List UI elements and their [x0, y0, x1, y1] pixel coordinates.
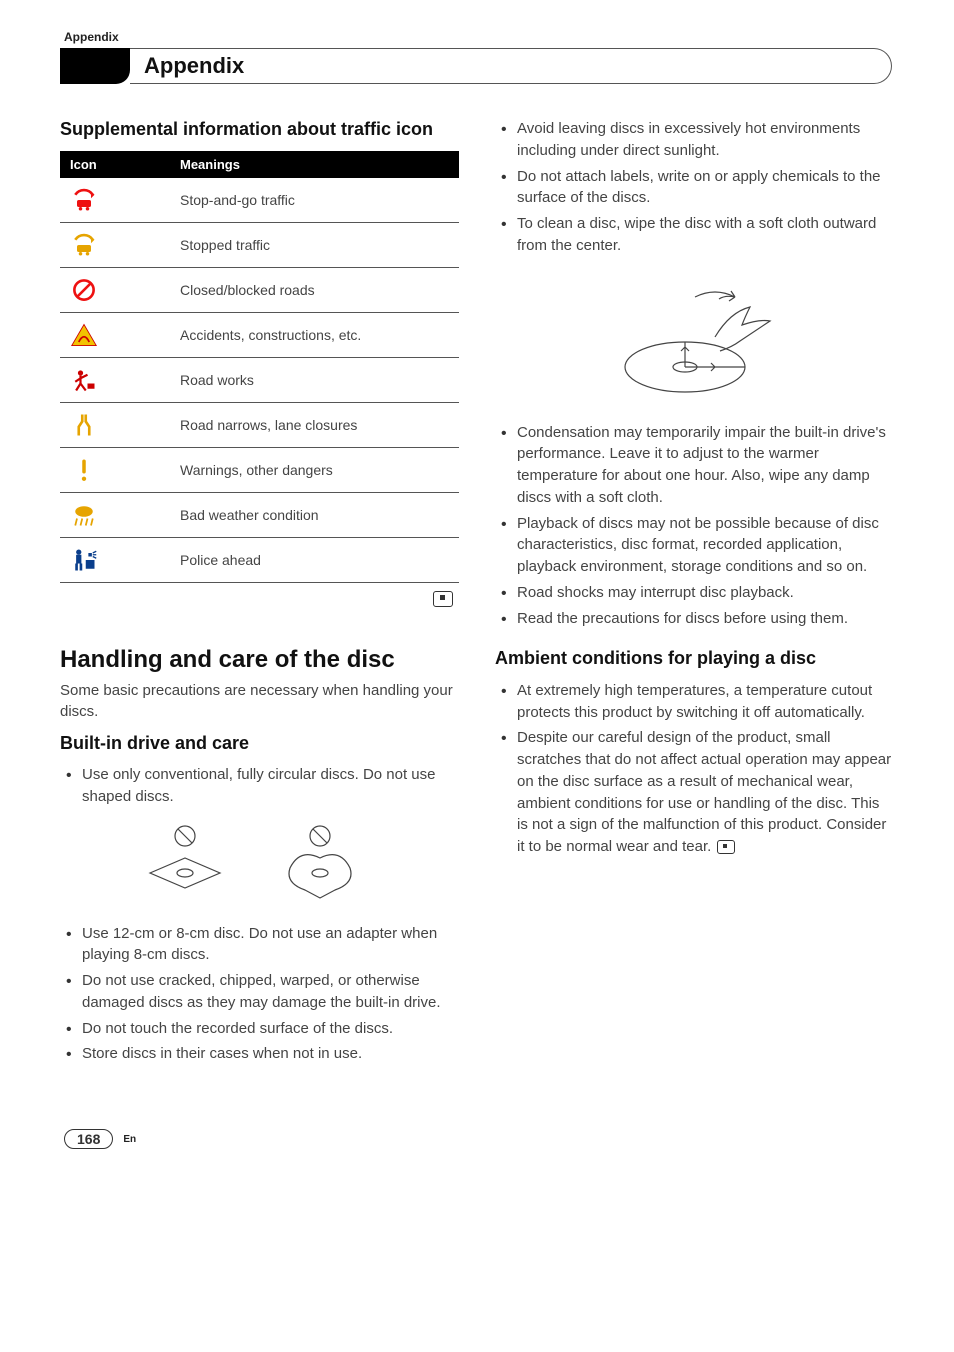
table-cell-meaning: Stop-and-go traffic: [170, 178, 459, 223]
list-item: Playback of discs may not be possible be…: [495, 513, 894, 578]
table-cell-meaning: Road works: [170, 357, 459, 402]
list-item: To clean a disc, wipe the disc with a so…: [495, 213, 894, 257]
bullet-list: Avoid leaving discs in excessively hot e…: [495, 118, 894, 257]
list-item: Do not touch the recorded surface of the…: [60, 1018, 459, 1040]
road-works-icon: [70, 366, 98, 394]
traffic-icon-cell: [60, 357, 170, 402]
table-cell-meaning: Accidents, constructions, etc.: [170, 312, 459, 357]
traffic-icon-cell: [60, 402, 170, 447]
list-item: Condensation may temporarily impair the …: [495, 422, 894, 509]
police-ahead-icon: [70, 546, 98, 574]
page-number: 168: [64, 1129, 113, 1149]
shaped-disc-illustration: [60, 818, 459, 913]
table-cell-meaning: Warnings, other dangers: [170, 447, 459, 492]
breadcrumb: Appendix: [64, 30, 894, 44]
traffic-icon-table: Icon Meanings: [60, 151, 459, 583]
table-row: Stop-and-go traffic: [60, 178, 459, 223]
list-item: Avoid leaving discs in excessively hot e…: [495, 118, 894, 162]
traffic-icon-cell: [60, 447, 170, 492]
table-row: Police ahead: [60, 537, 459, 582]
traffic-icon-cell: [60, 312, 170, 357]
page: Appendix Appendix Supplemental informati…: [0, 0, 954, 1189]
left-column: Supplemental information about traffic i…: [60, 114, 459, 1069]
traffic-icon-cell: [60, 537, 170, 582]
intro-paragraph: Some basic precautions are necessary whe…: [60, 680, 459, 722]
bullet-list: Use only conventional, fully circular di…: [60, 764, 459, 808]
table-row: Bad weather condition: [60, 492, 459, 537]
page-footer: 168 En: [60, 1129, 894, 1149]
header-area: Appendix Appendix: [60, 30, 894, 84]
table-cell-meaning: Stopped traffic: [170, 222, 459, 267]
table-row: Closed/blocked roads: [60, 267, 459, 312]
table-cell-meaning: Bad weather condition: [170, 492, 459, 537]
end-square-icon: [433, 591, 453, 607]
subheading-ambient-conditions: Ambient conditions for playing a disc: [495, 647, 894, 670]
list-item: Do not use cracked, chipped, warped, or …: [60, 970, 459, 1014]
table-header-icon: Icon: [60, 151, 170, 178]
stopped-traffic-icon: [70, 231, 98, 259]
list-item: Road shocks may interrupt disc playback.: [495, 582, 894, 604]
road-narrows-icon: [70, 411, 98, 439]
traffic-icon-cell: [60, 492, 170, 537]
table-row: Accidents, constructions, etc.: [60, 312, 459, 357]
heading-handling-care: Handling and care of the disc: [60, 646, 459, 674]
list-item: Do not attach labels, write on or apply …: [495, 166, 894, 210]
language-code: En: [123, 1134, 136, 1145]
table-cell-meaning: Closed/blocked roads: [170, 267, 459, 312]
list-item: Read the precautions for discs before us…: [495, 608, 894, 630]
table-header-meanings: Meanings: [170, 151, 459, 178]
table-row: Road narrows, lane closures: [60, 402, 459, 447]
traffic-icon-cell: [60, 222, 170, 267]
bullet-list: At extremely high temperatures, a temper…: [495, 680, 894, 858]
page-title: Appendix: [144, 53, 244, 79]
table-cell-meaning: Road narrows, lane closures: [170, 402, 459, 447]
list-item: Store discs in their cases when not in u…: [60, 1043, 459, 1065]
disc-shape-illustration-icon: [130, 818, 390, 908]
tab-title-wrap: Appendix: [130, 48, 892, 84]
list-item: Use 12-cm or 8-cm disc. Do not use an ad…: [60, 923, 459, 967]
subheading-traffic-icons: Supplemental information about traffic i…: [60, 118, 459, 141]
bullet-list: Use 12-cm or 8-cm disc. Do not use an ad…: [60, 923, 459, 1066]
warning-icon: [70, 456, 98, 484]
list-item-text: Despite our careful design of the produc…: [517, 729, 891, 855]
content-columns: Supplemental information about traffic i…: [60, 114, 894, 1069]
list-item: Use only conventional, fully circular di…: [60, 764, 459, 808]
bullet-list: Condensation may temporarily impair the …: [495, 422, 894, 630]
bad-weather-icon: [70, 501, 98, 529]
wipe-disc-illustration: [495, 267, 894, 412]
table-row: Road works: [60, 357, 459, 402]
table-row: Warnings, other dangers: [60, 447, 459, 492]
table-row: Stopped traffic: [60, 222, 459, 267]
table-cell-meaning: Police ahead: [170, 537, 459, 582]
accident-icon: [70, 321, 98, 349]
stop-and-go-traffic-icon: [70, 186, 98, 214]
closed-road-icon: [70, 276, 98, 304]
right-column: Avoid leaving discs in excessively hot e…: [495, 114, 894, 1069]
end-square-icon: [717, 840, 735, 854]
list-item: At extremely high temperatures, a temper…: [495, 680, 894, 724]
list-item: Despite our careful design of the produc…: [495, 727, 894, 858]
section-end-mark: [60, 591, 453, 612]
section-tab: Appendix: [60, 48, 894, 84]
traffic-icon-cell: [60, 178, 170, 223]
traffic-icon-cell: [60, 267, 170, 312]
subheading-builtin-drive: Built-in drive and care: [60, 732, 459, 755]
wipe-disc-illustration-icon: [595, 267, 795, 407]
tab-indicator: [60, 48, 130, 84]
